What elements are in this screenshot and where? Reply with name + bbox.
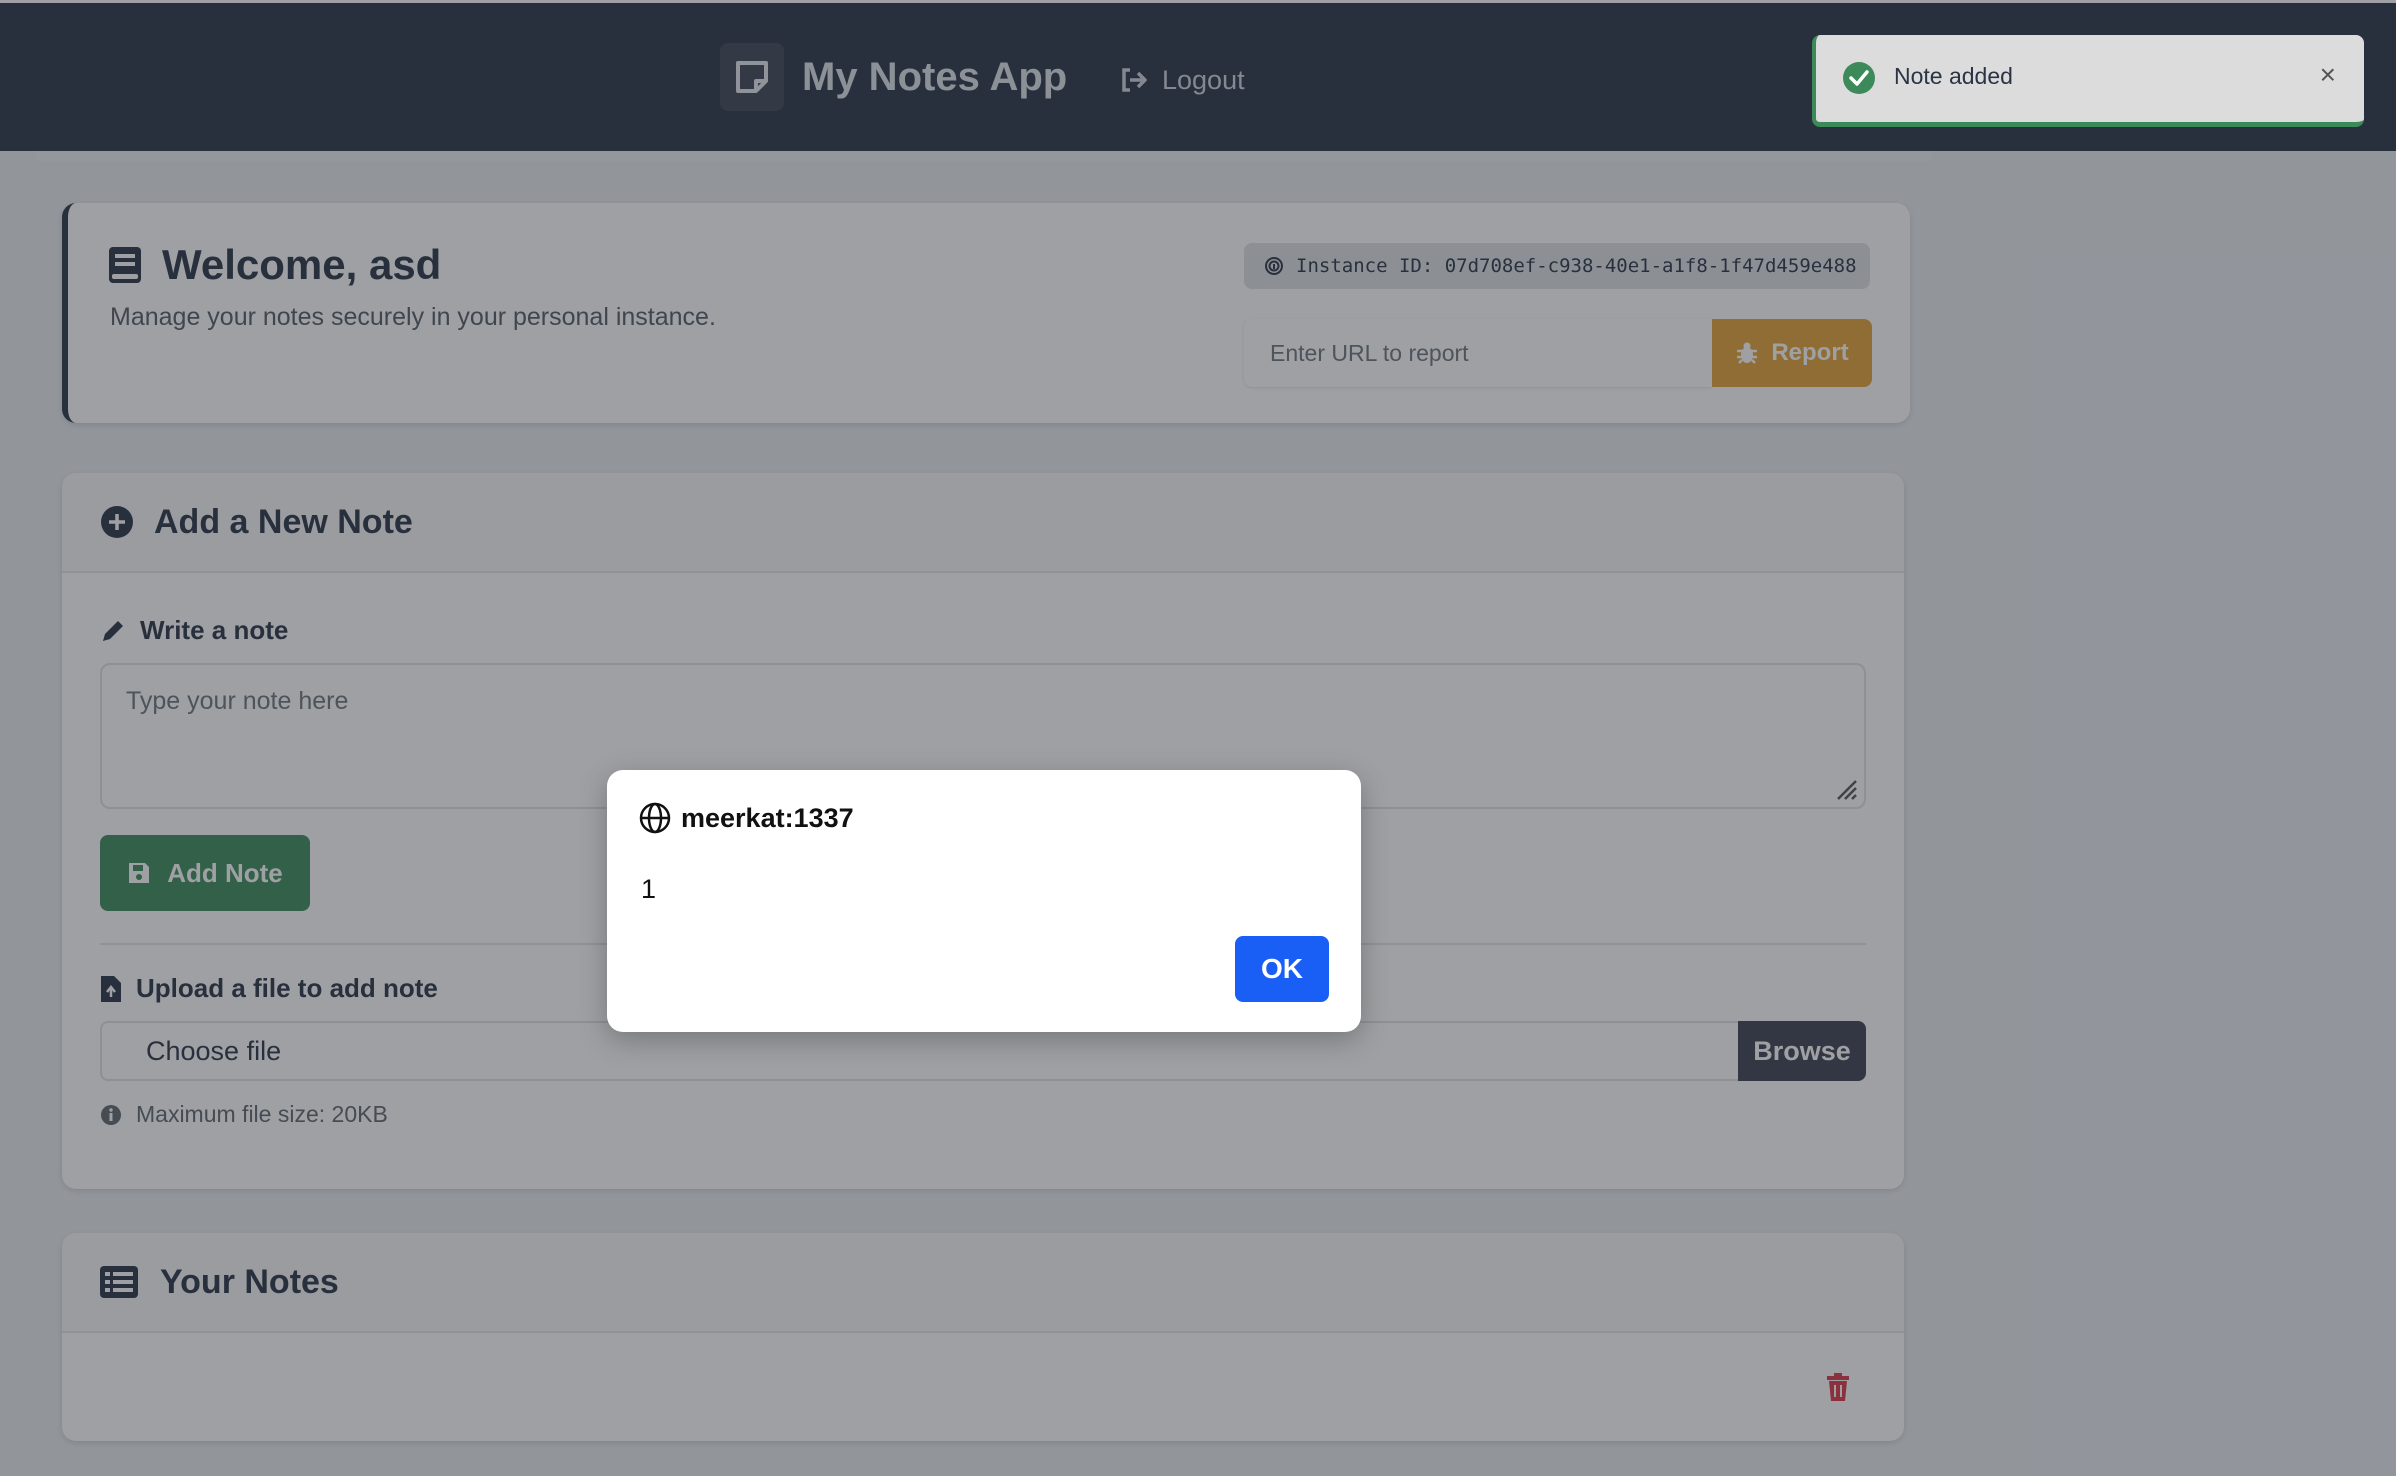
- close-icon[interactable]: ×: [2320, 61, 2336, 89]
- dialog-origin-text: meerkat:1337: [681, 802, 854, 833]
- toast-notification: Note added ×: [1812, 35, 2364, 127]
- dialog-message: 1: [641, 874, 657, 904]
- ok-button[interactable]: OK: [1235, 936, 1329, 1002]
- modal-overlay: [0, 0, 2396, 1476]
- globe-icon: [639, 802, 671, 834]
- dialog-origin: meerkat:1337: [639, 802, 854, 834]
- check-circle-icon: [1843, 62, 1875, 94]
- toast-message: Note added: [1894, 63, 2013, 89]
- alert-dialog: meerkat:1337 1 OK: [607, 770, 1361, 1032]
